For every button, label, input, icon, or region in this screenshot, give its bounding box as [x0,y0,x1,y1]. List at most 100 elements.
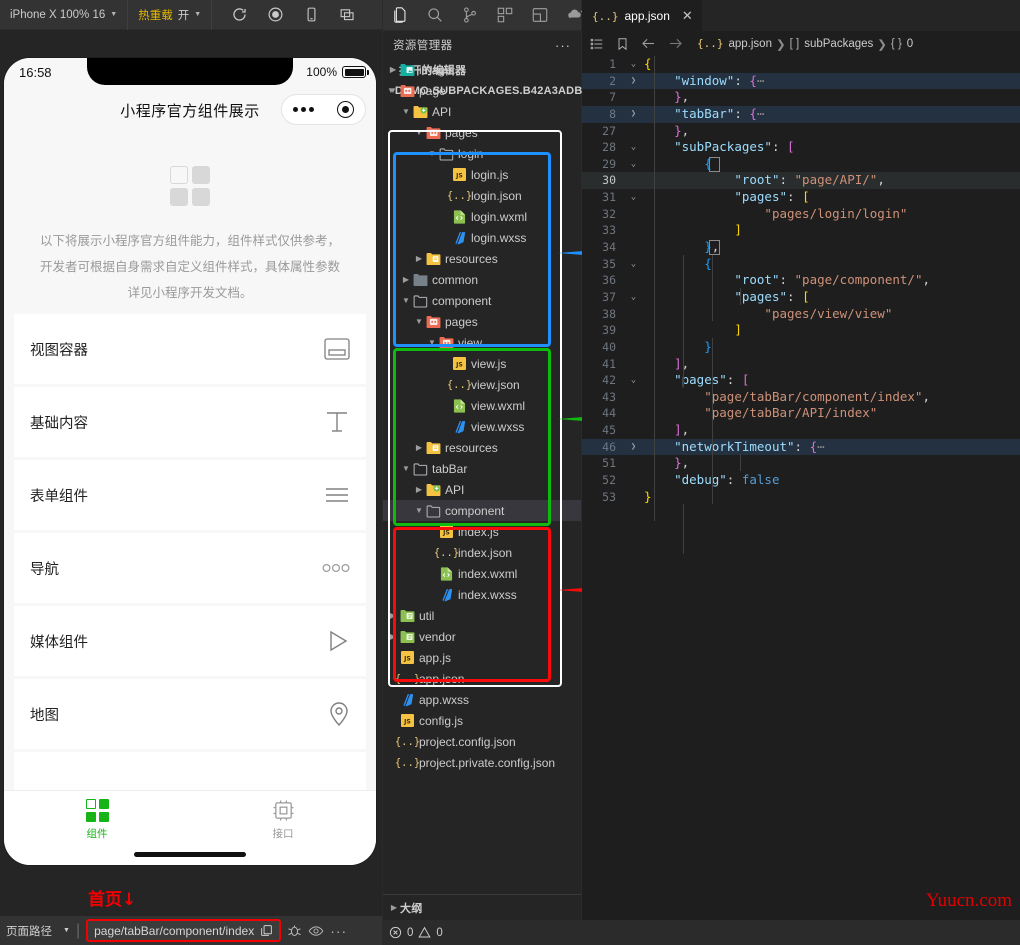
code-line-36[interactable]: 36 "root": "page/component/", [582,272,1020,289]
code-line-38[interactable]: 38 "pages/view/view" [582,306,1020,323]
chevron-right-icon[interactable]: ▶ [388,903,400,912]
fold-open-icon[interactable]: ⌄ [627,289,640,306]
code-line-43[interactable]: 43 "page/tabBar/component/index", [582,389,1020,406]
fold-open-icon[interactable]: ⌄ [627,256,640,273]
chevron-down-icon[interactable]: ▼ [426,338,438,347]
code-line-27[interactable]: 27 }, [582,123,1020,140]
chevron-right-icon[interactable]: ▶ [413,485,425,494]
code-line-33[interactable]: 33 ] [582,222,1020,239]
code-line-2[interactable]: 2 ❯ "window": {⋯ [582,72,1020,90]
tree-item-view-wxss[interactable]: ▶view.wxss [383,416,581,437]
tree-item-common[interactable]: ▶ common [383,269,581,290]
tree-item-app-js[interactable]: ▶JSapp.js [383,647,581,668]
tree-item-project-private-config-json[interactable]: ▶{..}project.private.config.json [383,752,581,773]
more-dots-icon[interactable] [293,107,315,112]
chevron-right-icon[interactable]: ▶ [387,632,399,641]
forward-arrow-icon[interactable] [668,37,683,50]
debug-icon[interactable] [531,6,549,25]
chevron-right-icon[interactable]: ▶ [387,65,399,74]
code-line-34[interactable]: 34 }, [582,239,1020,256]
code-line-30[interactable]: 30 "root": "page/API/", [582,172,1020,190]
files-icon[interactable] [391,6,409,25]
tree-item-resources[interactable]: ▶ resources [383,248,581,269]
fold-open-icon[interactable]: ⌄ [627,189,640,206]
tree-item-config-js[interactable]: ▶JSconfig.js [383,710,581,731]
code-line-52[interactable]: 52 "debug": false [582,472,1020,489]
tree-item-api[interactable]: ▼ API [383,101,581,122]
list-item[interactable]: 基础内容 [14,387,366,457]
code-line-28[interactable]: 28 ⌄ "subPackages": [ [582,139,1020,156]
source-control-icon[interactable] [461,6,479,25]
code-line-8[interactable]: 8 ❯ "tabBar": {⋯ [582,105,1020,123]
chevron-right-icon[interactable]: ▶ [413,254,425,263]
chevron-right-icon[interactable]: ▶ [413,443,425,452]
tree-item-resources[interactable]: ▶ resources [383,437,581,458]
tree-item-view-json[interactable]: ▶{..}view.json [383,374,581,395]
list-item[interactable]: 地图 [14,679,366,749]
chevron-right-icon[interactable]: ▶ [400,275,412,284]
chevron-down-icon[interactable]: ▼ [387,86,399,95]
chevron-down-icon[interactable]: ▼ [413,506,425,515]
bug-icon[interactable] [287,923,302,938]
code-area[interactable]: 1 ⌄{2 ❯ "window": {⋯ 7 }, 8 ❯ "tabBar": {⋯ 27 … [582,56,1020,554]
chevron-right-icon[interactable]: ▶ [387,611,399,620]
chevron-down-icon[interactable]: ▼ [426,149,438,158]
refresh-icon[interactable] [230,6,248,24]
code-line-7[interactable]: 7 }, [582,89,1020,106]
tree-item-index-js[interactable]: ▶JSindex.js [383,521,581,542]
capsule-buttons[interactable] [281,94,366,125]
chevron-down-icon[interactable]: ▼ [400,107,412,116]
tree-item-util[interactable]: ▶ util [383,605,581,626]
tree-item-index-wxss[interactable]: ▶index.wxss [383,584,581,605]
chevron-down-icon[interactable]: ▼ [400,464,412,473]
error-icon[interactable] [389,926,402,939]
code-line-37[interactable]: 37 ⌄ "pages": [ [582,289,1020,306]
tab-app-json[interactable]: {..} app.json ✕ [582,0,702,31]
tree-item-tabbar[interactable]: ▼ tabBar [383,458,581,479]
tree-item-component[interactable]: ▼ component [383,500,581,521]
code-line-41[interactable]: 41 ], [582,356,1020,373]
more-icon[interactable]: ··· [330,923,347,939]
tree-item-login-json[interactable]: ▶{..}login.json [383,185,581,206]
tree-item-pages[interactable]: ▼ pages [383,311,581,332]
list-item[interactable]: 表单组件 [14,460,366,530]
tree-item-app-wxss[interactable]: ▶app.wxss [383,689,581,710]
device-selector[interactable]: iPhone X 100% 16 ▼ [0,0,129,30]
code-line-51[interactable]: 51 }, [582,455,1020,472]
phone-icon[interactable] [302,6,320,24]
tree-item-index-wxml[interactable]: ▶index.wxml [383,563,581,584]
code-line-35[interactable]: 35 ⌄ { [582,256,1020,273]
tree-item-component[interactable]: ▼ component [383,290,581,311]
eye-icon[interactable] [308,923,324,939]
tree-item-project-config-json[interactable]: ▶{..}project.config.json [383,731,581,752]
code-line-1[interactable]: 1 ⌄ { [582,56,1020,73]
hot-reload-selector[interactable]: 热重载 开 ▼ [128,0,213,30]
tree-item-api[interactable]: ▶ API [383,479,581,500]
bookmark-icon[interactable] [616,37,629,51]
tree-item-page[interactable]: ▼ page [383,80,581,101]
extensions-icon[interactable] [496,6,514,25]
fold-open-icon[interactable]: ⌄ [627,139,640,156]
list-item[interactable]: 导航 [14,533,366,603]
code-line-32[interactable]: 32 "pages/login/login" [582,206,1020,223]
fold-open-icon[interactable]: ⌄ [627,372,640,389]
tree-item-login-js[interactable]: ▶JSlogin.js [383,164,581,185]
tree-item-index-json[interactable]: ▶{..}index.json [383,542,581,563]
close-target-icon[interactable] [336,101,354,118]
copy-icon[interactable] [260,924,273,937]
code-line-45[interactable]: 45 ], [582,422,1020,439]
breadcrumb-part-0[interactable]: app.json [729,38,772,50]
outline-section[interactable]: ▶ 大纲 [383,894,581,920]
chevron-down-icon[interactable]: ▼ [400,296,412,305]
chevron-down-icon[interactable]: ▼ [63,927,70,934]
list-item[interactable]: 媒体组件 [14,606,366,676]
page-path-field[interactable]: page/tabBar/component/index [86,919,282,942]
code-line-29[interactable]: 29 ⌄ { [582,156,1020,173]
fold-closed-icon[interactable]: ❯ [627,439,640,456]
code-line-53[interactable]: 53} [582,489,1020,506]
breadcrumb-part-2[interactable]: 0 [907,38,913,50]
code-line-39[interactable]: 39 ] [582,322,1020,339]
search-icon[interactable] [426,6,444,25]
fold-closed-icon[interactable]: ❯ [627,106,640,123]
more-icon[interactable]: ··· [555,38,571,53]
